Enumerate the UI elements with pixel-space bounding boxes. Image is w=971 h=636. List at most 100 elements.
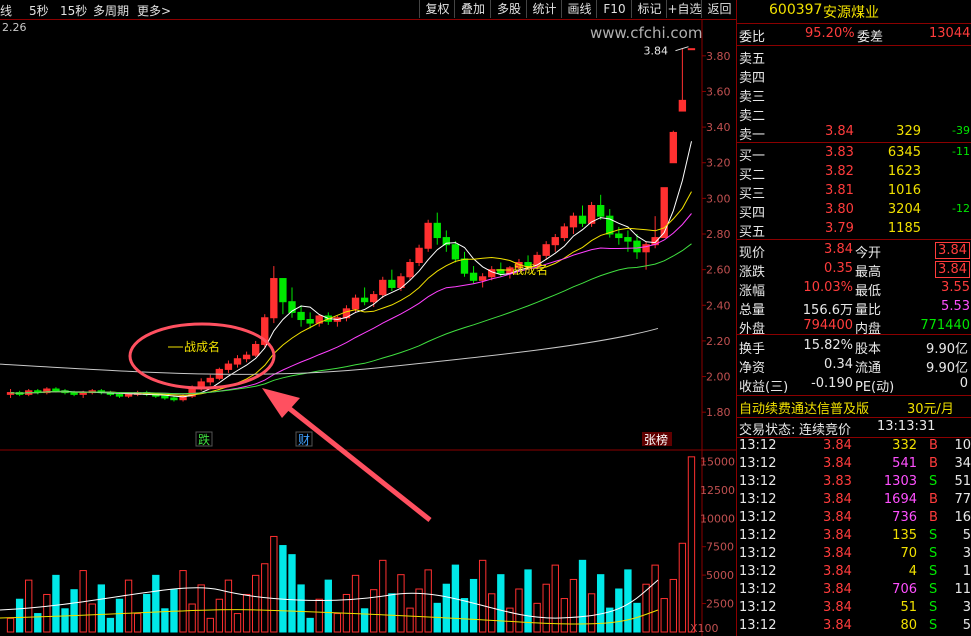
buy-level-row[interactable]: 买一 3.83 6345 -11 xyxy=(737,145,971,164)
toolbar-button-1[interactable]: 叠加 xyxy=(454,0,491,18)
tick-count: 3 xyxy=(962,600,971,615)
volume-bar xyxy=(578,559,587,633)
volume-bar xyxy=(642,583,650,633)
level-price: 3.81 xyxy=(825,183,854,198)
period-tab-day[interactable]: 线 xyxy=(0,2,12,19)
tick-time: 13:12 xyxy=(739,474,777,489)
tick-volume: 1303 xyxy=(883,474,917,489)
candle-body xyxy=(206,377,214,383)
toolbar-button-4[interactable]: 画线 xyxy=(561,0,597,18)
volume-bar xyxy=(460,598,469,633)
volume-tick-label: 5000 xyxy=(706,569,734,582)
tick-price: 3.84 xyxy=(823,528,852,543)
event-tag-cai[interactable]: 财 xyxy=(298,433,310,447)
tick-volume: 332 xyxy=(892,438,917,453)
tick-count: 34 xyxy=(954,456,971,471)
more-menu[interactable]: 更多> xyxy=(137,2,171,19)
volume-tick-label: 15000 xyxy=(700,455,735,468)
tick-count: 77 xyxy=(954,492,971,507)
toolbar-button-0[interactable]: 复权 xyxy=(419,0,455,18)
volume-bar xyxy=(478,559,487,633)
tick-price: 3.84 xyxy=(823,618,852,633)
toolbar-button-3[interactable]: 统计 xyxy=(526,0,562,18)
tick-volume: 4 xyxy=(908,564,917,579)
volume-bar xyxy=(560,598,569,633)
candle-body xyxy=(460,258,469,274)
tick-time: 13:12 xyxy=(739,582,777,597)
tick-time: 13:12 xyxy=(739,546,777,561)
period-tab-5s[interactable]: 5秒 xyxy=(29,2,49,19)
buy-level-row[interactable]: 买五 3.79 1185 xyxy=(737,221,971,240)
quote-label-2: 最高 xyxy=(855,265,882,280)
fundamental-row: 净资 0.34 流通 9.90亿 xyxy=(737,357,971,376)
status-time: 13:13:31 xyxy=(877,419,936,434)
quote-value-1: 10.03% xyxy=(803,280,853,295)
toolbar-button-2[interactable]: 多股 xyxy=(490,0,527,18)
sell-level-row[interactable]: 卖一 3.84 329 -39 xyxy=(737,124,971,143)
fund-value-2: 0 xyxy=(959,376,968,391)
highlight-ellipse xyxy=(128,322,276,390)
toolbar-button-6[interactable]: 标记 xyxy=(631,0,667,18)
quote-label-2: 量比 xyxy=(855,303,882,318)
ad-price[interactable]: 30元/月 xyxy=(907,398,954,417)
sell-level-row[interactable]: 卖三 xyxy=(737,86,971,105)
volume-bar xyxy=(660,598,668,633)
stock-name: 安源煤业 xyxy=(823,5,879,21)
buy-level-row[interactable]: 买四 3.80 3204 -12 xyxy=(737,202,971,221)
price-tick-label: 2.20 xyxy=(706,335,731,348)
annotation-arrow-shaft xyxy=(283,403,432,522)
tick-price: 3.84 xyxy=(823,600,852,615)
kline-chart[interactable]: 3.80 3.60 3.40 3.20 3.00 2.80 2.60 2.40 2.20 2.00… xyxy=(0,20,736,636)
tick-time: 13:12 xyxy=(739,492,777,507)
tick-time: 13:12 xyxy=(739,456,777,471)
weicha-label: 委差 xyxy=(857,30,884,45)
tick-volume: 70 xyxy=(900,546,917,561)
sell-level-row[interactable]: 卖二 xyxy=(737,105,971,124)
fund-value-1: 15.82% xyxy=(803,338,853,353)
candle-body xyxy=(451,244,460,260)
tick-row: 13:12 3.84 70 S 3 xyxy=(737,546,971,564)
tick-time: 13:12 xyxy=(739,528,777,543)
sell-level-row[interactable]: 卖四 xyxy=(737,67,971,86)
quote-value-2: 771440 xyxy=(920,318,970,333)
candle-body xyxy=(115,393,124,397)
status-label: 交易状态: xyxy=(739,423,796,438)
multi-period-tab[interactable]: 多周期 xyxy=(93,2,129,19)
quote-value-2: 3.84 xyxy=(935,242,970,259)
ad-banner[interactable]: 自动续费通达信普及版 30元/月 xyxy=(737,398,971,417)
volume-bar xyxy=(624,569,632,633)
volume-bar xyxy=(88,603,96,633)
fund-value-1: -0.190 xyxy=(811,376,853,391)
quote-label-1: 总量 xyxy=(739,303,766,318)
sell-level-row[interactable]: 卖五 xyxy=(737,48,971,67)
toolbar-button-8[interactable]: 返回 xyxy=(701,0,737,18)
candle-body xyxy=(624,237,632,242)
toolbar-button-5[interactable]: F10 xyxy=(596,0,632,18)
volume-bar xyxy=(15,598,24,633)
buy-level-row[interactable]: 买二 3.82 1623 xyxy=(737,164,971,183)
tick-price: 3.84 xyxy=(823,546,852,561)
buy-level-row[interactable]: 买三 3.81 1016 xyxy=(737,183,971,202)
volume-bar xyxy=(315,598,323,633)
moving-average-line xyxy=(10,141,692,398)
candle-body xyxy=(52,388,60,392)
tick-row: 13:12 3.84 541 B 34 xyxy=(737,456,971,474)
volume-bar xyxy=(152,574,160,633)
event-tag-zhangting[interactable]: 张榜 xyxy=(644,432,668,447)
level-label: 卖五 xyxy=(739,52,766,67)
ad-text[interactable]: 自动续费通达信普及版 xyxy=(739,398,869,417)
toolbar-button-7[interactable]: +自选 xyxy=(666,0,702,18)
volume-bar xyxy=(97,584,106,633)
event-tag-die[interactable]: 跌 xyxy=(198,432,210,447)
period-tab-15s[interactable]: 15秒 xyxy=(60,2,87,19)
tick-side: B xyxy=(929,456,938,471)
tick-count: 3 xyxy=(962,546,971,561)
candle-body xyxy=(551,237,559,246)
level-volume: 1185 xyxy=(887,221,921,236)
volume-tick-label: 2500 xyxy=(706,598,734,611)
level-label: 卖二 xyxy=(739,109,766,124)
candle-body xyxy=(569,215,578,228)
level-label: 买五 xyxy=(739,225,766,240)
moving-average-line xyxy=(10,213,692,395)
volume-bar xyxy=(587,593,596,633)
